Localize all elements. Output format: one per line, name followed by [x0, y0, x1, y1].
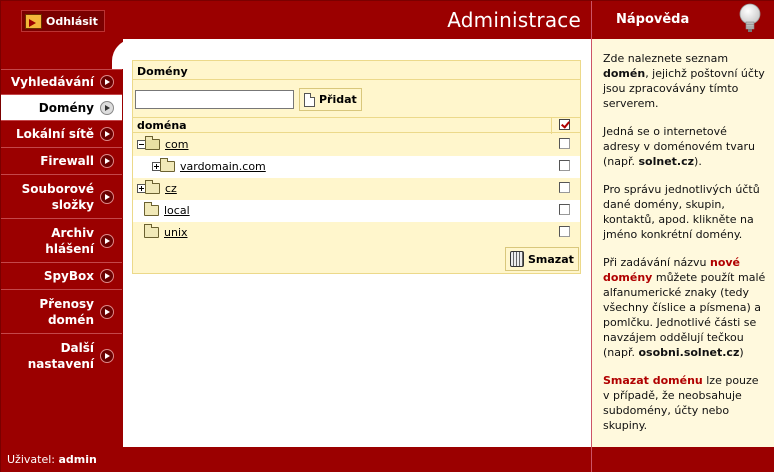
- table-row: com: [133, 134, 580, 156]
- select-all-checkbox[interactable]: [559, 119, 570, 130]
- sidebar-item-label: Souborové složky: [21, 181, 94, 212]
- sidebar-item-lokalni-site[interactable]: Lokální sítě: [1, 120, 122, 147]
- sidebar-item-label: Další nastavení: [27, 340, 94, 371]
- domains-panel: Domény Přidat doména com vardomain.com c…: [132, 60, 581, 274]
- delete-domain-button[interactable]: Smazat: [505, 247, 579, 271]
- arrow-right-icon: [100, 189, 114, 204]
- select-all-cell: [551, 117, 580, 134]
- help-paragraph: Pro správu jednotlivých účtů dané domény…: [603, 182, 767, 242]
- new-domain-input[interactable]: [135, 90, 294, 109]
- top-header: Odhlásit Administrace: [1, 1, 591, 39]
- help-paragraph: Zde naleznete seznam domén, jejichž pošt…: [603, 51, 767, 111]
- row-checkbox[interactable]: [559, 138, 570, 149]
- arrow-right-icon: [100, 75, 114, 89]
- folder-icon: [160, 158, 175, 172]
- arrow-right-icon: [100, 154, 114, 168]
- sidebar-item-label: Lokální sítě: [15, 127, 94, 141]
- panel-title: Domény: [137, 65, 188, 78]
- help-text: Při zadávání názvu: [603, 256, 710, 269]
- table-row: local: [133, 200, 580, 222]
- help-text-bold: solnet.cz: [638, 155, 695, 168]
- folder-icon: [144, 224, 159, 238]
- folder-icon: [144, 202, 159, 216]
- sidebar-item-spybox[interactable]: SpyBox: [1, 262, 122, 289]
- sidebar-item-souborove-slozky[interactable]: Souborové složky: [1, 174, 122, 218]
- user-label: Uživatel:: [7, 453, 55, 466]
- arrow-right-icon: [100, 127, 114, 141]
- table-row: vardomain.com: [133, 156, 580, 178]
- new-page-icon: [304, 92, 315, 107]
- help-footer: [591, 447, 774, 472]
- logout-label: Odhlásit: [46, 14, 98, 28]
- domain-link[interactable]: local: [164, 204, 190, 217]
- help-text-bold: osobni.solnet.cz: [638, 346, 740, 359]
- domain-link[interactable]: unix: [164, 226, 188, 239]
- trash-icon: [510, 251, 524, 267]
- sidebar-item-dalsi-nastaveni[interactable]: Další nastavení: [1, 333, 122, 377]
- help-header: Nápověda: [591, 1, 774, 39]
- table-row: unix: [133, 222, 580, 244]
- help-text: ).: [694, 155, 702, 168]
- sidebar-item-firewall[interactable]: Firewall: [1, 147, 122, 174]
- help-text-highlight: Smazat doménu: [603, 374, 703, 387]
- domain-link[interactable]: cz: [165, 182, 177, 195]
- help-text: Zde naleznete seznam: [603, 52, 729, 65]
- help-paragraph: Při zadávání názvu nové domény můžete po…: [603, 255, 767, 360]
- sidebar-item-archiv-hlaseni[interactable]: Archiv hlášení: [1, 218, 122, 262]
- help-panel: Zde naleznete seznam domén, jejichž pošt…: [591, 39, 774, 447]
- add-button-label: Přidat: [319, 93, 357, 106]
- lightbulb-icon: [739, 3, 761, 32]
- sidebar-item-vyhledavani[interactable]: Vyhledávání: [1, 69, 122, 94]
- app-title: Administrace: [447, 8, 581, 32]
- row-checkbox[interactable]: [559, 226, 570, 237]
- help-title: Nápověda: [616, 12, 690, 27]
- folder-icon: [145, 180, 160, 194]
- table-row: cz: [133, 178, 580, 200]
- table-header: doména: [133, 117, 580, 134]
- app-frame: Odhlásit Administrace Nápověda Vyhledává…: [0, 0, 774, 472]
- row-checkbox[interactable]: [559, 204, 570, 215]
- delete-button-label: Smazat: [528, 252, 574, 266]
- arrow-right-icon: [100, 233, 114, 248]
- help-text-bold: domén: [603, 67, 646, 80]
- sidebar-item-label: SpyBox: [43, 269, 94, 283]
- logout-icon: [25, 13, 42, 29]
- user-name: admin: [58, 453, 97, 466]
- sidebar-item-prenosy-domen[interactable]: Přenosy domén: [1, 289, 122, 333]
- row-checkbox[interactable]: [559, 160, 570, 171]
- sidebar-item-label: Domény: [38, 100, 94, 115]
- sidebar-item-label: Vyhledávání: [10, 75, 94, 89]
- domain-link[interactable]: vardomain.com: [180, 160, 266, 173]
- status-bar: Uživatel: admin: [1, 447, 591, 472]
- column-header-domain: doména: [137, 119, 187, 132]
- domain-link[interactable]: com: [165, 138, 189, 151]
- row-checkbox[interactable]: [559, 182, 570, 193]
- help-text: ): [739, 346, 744, 359]
- add-domain-button[interactable]: Přidat: [299, 88, 362, 111]
- sidebar-item-domeny[interactable]: Domény: [1, 94, 122, 120]
- sidebar-item-label: Archiv hlášení: [45, 225, 94, 256]
- arrow-right-icon: [100, 304, 114, 319]
- arrow-right-icon: [100, 269, 114, 283]
- logout-button[interactable]: Odhlásit: [21, 10, 105, 32]
- arrow-right-icon: [100, 348, 114, 363]
- sidebar-item-label: Přenosy domén: [39, 296, 94, 327]
- help-text: Pro správu jednotlivých účtů dané domény…: [603, 183, 760, 241]
- sidebar-item-label: Firewall: [40, 154, 94, 168]
- folder-open-icon: [145, 136, 160, 150]
- divider: [133, 79, 580, 80]
- arrow-right-icon: [100, 100, 114, 115]
- help-paragraph: Smazat doménu lze pouze v případě, že ne…: [603, 373, 767, 433]
- help-paragraph: Jedná se o internetové adresy v doménové…: [603, 124, 767, 169]
- sidebar-nav: Vyhledávání Domény Lokální sítě Firewall…: [1, 69, 122, 377]
